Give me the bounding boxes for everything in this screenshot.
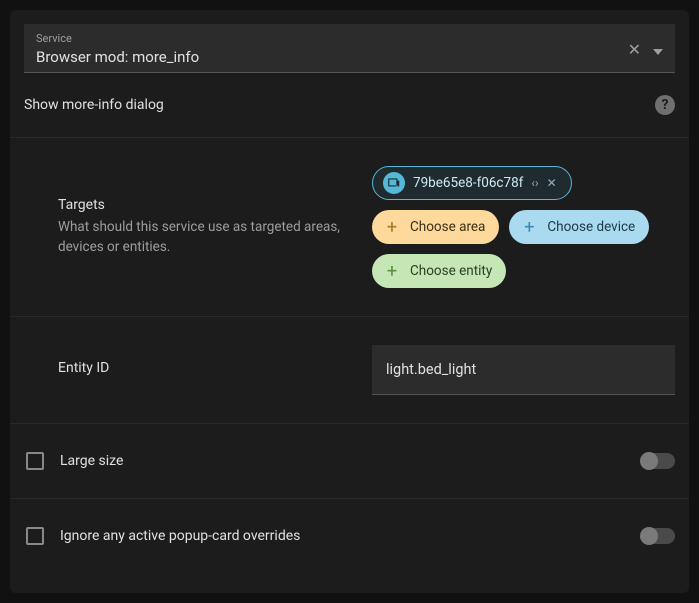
expand-icon[interactable]: ‹› — [531, 176, 538, 190]
plus-icon: + — [382, 261, 402, 281]
service-text: Service Browser mod: more_info — [36, 32, 628, 66]
service-selector[interactable]: Service Browser mod: more_info ✕ — [24, 24, 675, 73]
service-description: Show more-info dialog — [24, 97, 655, 113]
dropdown-icon[interactable] — [653, 40, 663, 59]
large-size-toggle[interactable] — [641, 453, 675, 469]
entity-section: Entity ID — [10, 316, 689, 423]
choose-device-label: Choose device — [547, 219, 635, 235]
service-field-label: Service — [36, 32, 628, 45]
plus-icon: + — [519, 217, 539, 237]
help-icon[interactable]: ? — [655, 95, 675, 115]
entity-id-title: Entity ID — [58, 360, 348, 376]
ignore-overrides-toggle[interactable] — [641, 528, 675, 544]
targets-title: Targets — [58, 197, 348, 213]
choose-area-button[interactable]: + Choose area — [372, 210, 499, 244]
large-size-label: Large size — [60, 453, 625, 469]
large-size-checkbox[interactable] — [26, 452, 44, 470]
selected-device-chip[interactable]: 79be65e8-f06c78f ‹› ✕ — [372, 166, 572, 200]
ignore-overrides-label: Ignore any active popup-card overrides — [60, 528, 625, 544]
selected-device-label: 79be65e8-f06c78f — [413, 175, 523, 191]
large-size-section: Large size — [10, 423, 689, 498]
choose-area-label: Choose area — [410, 219, 485, 235]
service-field-value: Browser mod: more_info — [36, 48, 628, 66]
remove-chip-icon[interactable]: ✕ — [547, 176, 557, 190]
plus-icon: + — [382, 217, 402, 237]
ignore-overrides-section: Ignore any active popup-card overrides — [10, 498, 689, 573]
choose-entity-button[interactable]: + Choose entity — [372, 254, 506, 288]
entity-id-input[interactable] — [372, 345, 675, 395]
choose-entity-label: Choose entity — [410, 263, 492, 279]
targets-description: What should this service use as targeted… — [58, 217, 348, 258]
description-row: Show more-info dialog ? — [10, 73, 689, 137]
choose-device-button[interactable]: + Choose device — [509, 210, 649, 244]
device-icon — [383, 172, 405, 194]
clear-icon[interactable]: ✕ — [628, 40, 641, 59]
service-call-card: Service Browser mod: more_info ✕ Show mo… — [10, 10, 689, 593]
target-chips: 79be65e8-f06c78f ‹› ✕ + Choose area + Ch… — [372, 166, 675, 288]
targets-section: Targets What should this service use as … — [10, 137, 689, 316]
ignore-overrides-checkbox[interactable] — [26, 527, 44, 545]
